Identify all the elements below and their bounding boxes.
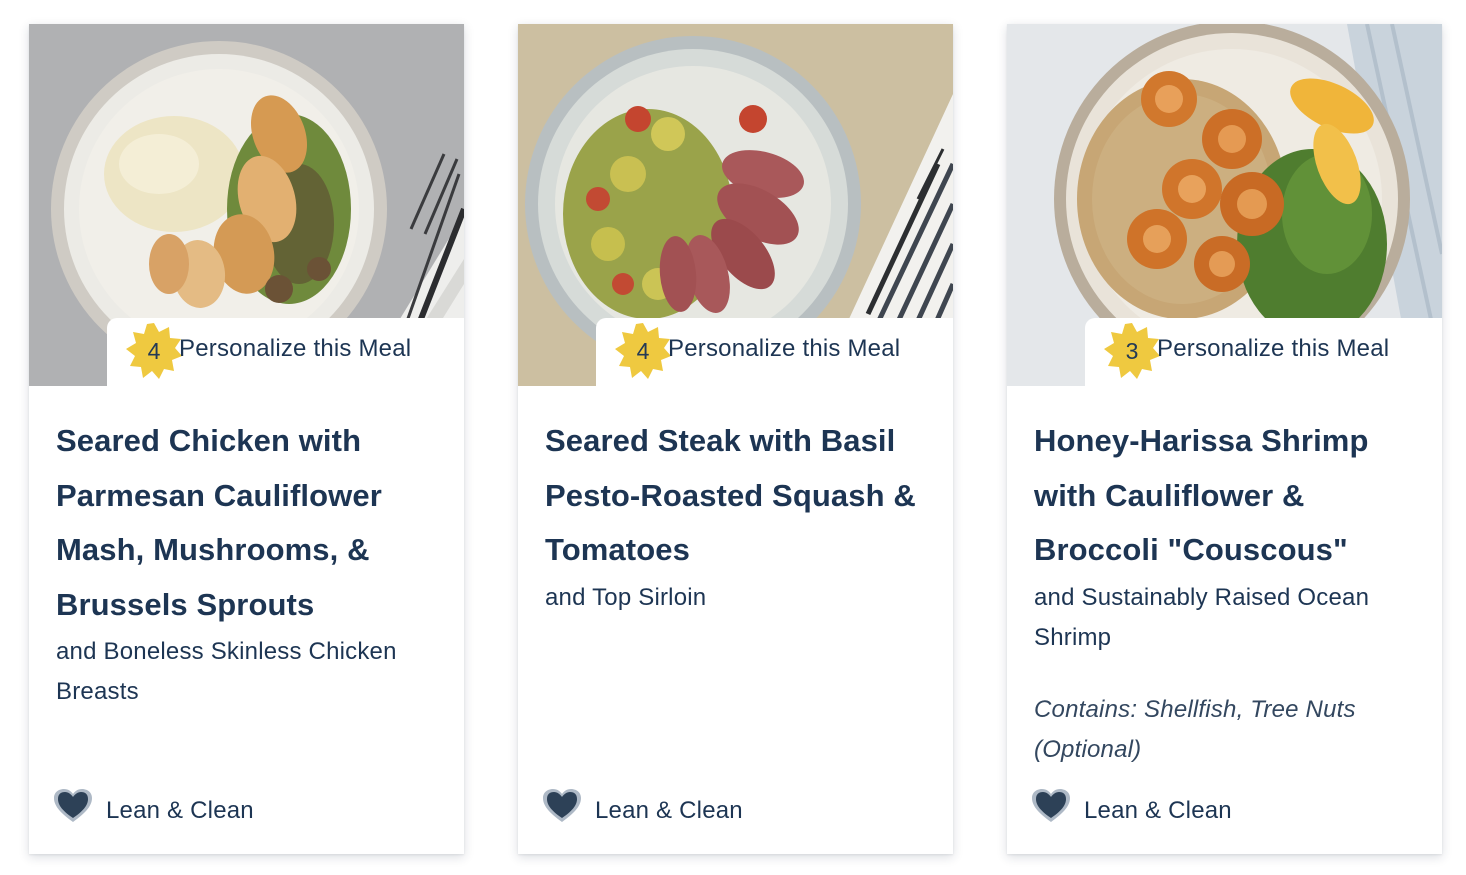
heart-icon [1032,789,1070,822]
personalize-count: 4 [636,338,650,364]
allergen-info: Contains: Shellfish, Tree Nuts (Optional… [1034,696,1356,763]
personalize-count: 3 [1125,338,1139,364]
meal-title[interactable]: Seared Steak with Basil Pesto-Roasted Sq… [545,414,940,578]
meal-card[interactable]: 3 Personalize this Meal Honey-Harissa Sh… [1007,24,1442,854]
personalize-label: Personalize this Meal [1157,335,1390,362]
personalize-label: Personalize this Meal [668,335,901,362]
personalize-button[interactable]: 3 Personalize this Meal [1085,318,1442,388]
meal-card[interactable]: 4 Personalize this Meal Seared Chicken w… [29,24,464,854]
meal-subtitle: and Top Sirloin [545,584,707,611]
meal-title[interactable]: Honey-Harissa Shrimp with Cauliflower & … [1034,414,1429,578]
personalize-button[interactable]: 4 Personalize this Meal [596,318,953,388]
personalize-button[interactable]: 4 Personalize this Meal [107,318,464,388]
heart-icon [543,789,581,822]
personalize-count: 4 [147,338,161,364]
meal-title[interactable]: Seared Chicken with Parmesan Cauliflower… [56,414,451,632]
tag-label: Lean & Clean [1084,797,1232,824]
tag-label: Lean & Clean [106,797,254,824]
dietary-tag[interactable]: Lean & Clean [53,788,353,830]
meal-subtitle: and Boneless Skinless Chicken Breasts [56,638,397,705]
dietary-tag[interactable]: Lean & Clean [542,788,842,830]
dietary-tag[interactable]: Lean & Clean [1031,788,1331,830]
meal-subtitle: and Sustainably Raised Ocean Shrimp [1034,584,1370,651]
tag-label: Lean & Clean [595,797,743,824]
heart-icon [54,789,92,822]
meal-card[interactable]: 4 Personalize this Meal Seared Steak wit… [518,24,953,854]
personalize-label: Personalize this Meal [179,335,412,362]
